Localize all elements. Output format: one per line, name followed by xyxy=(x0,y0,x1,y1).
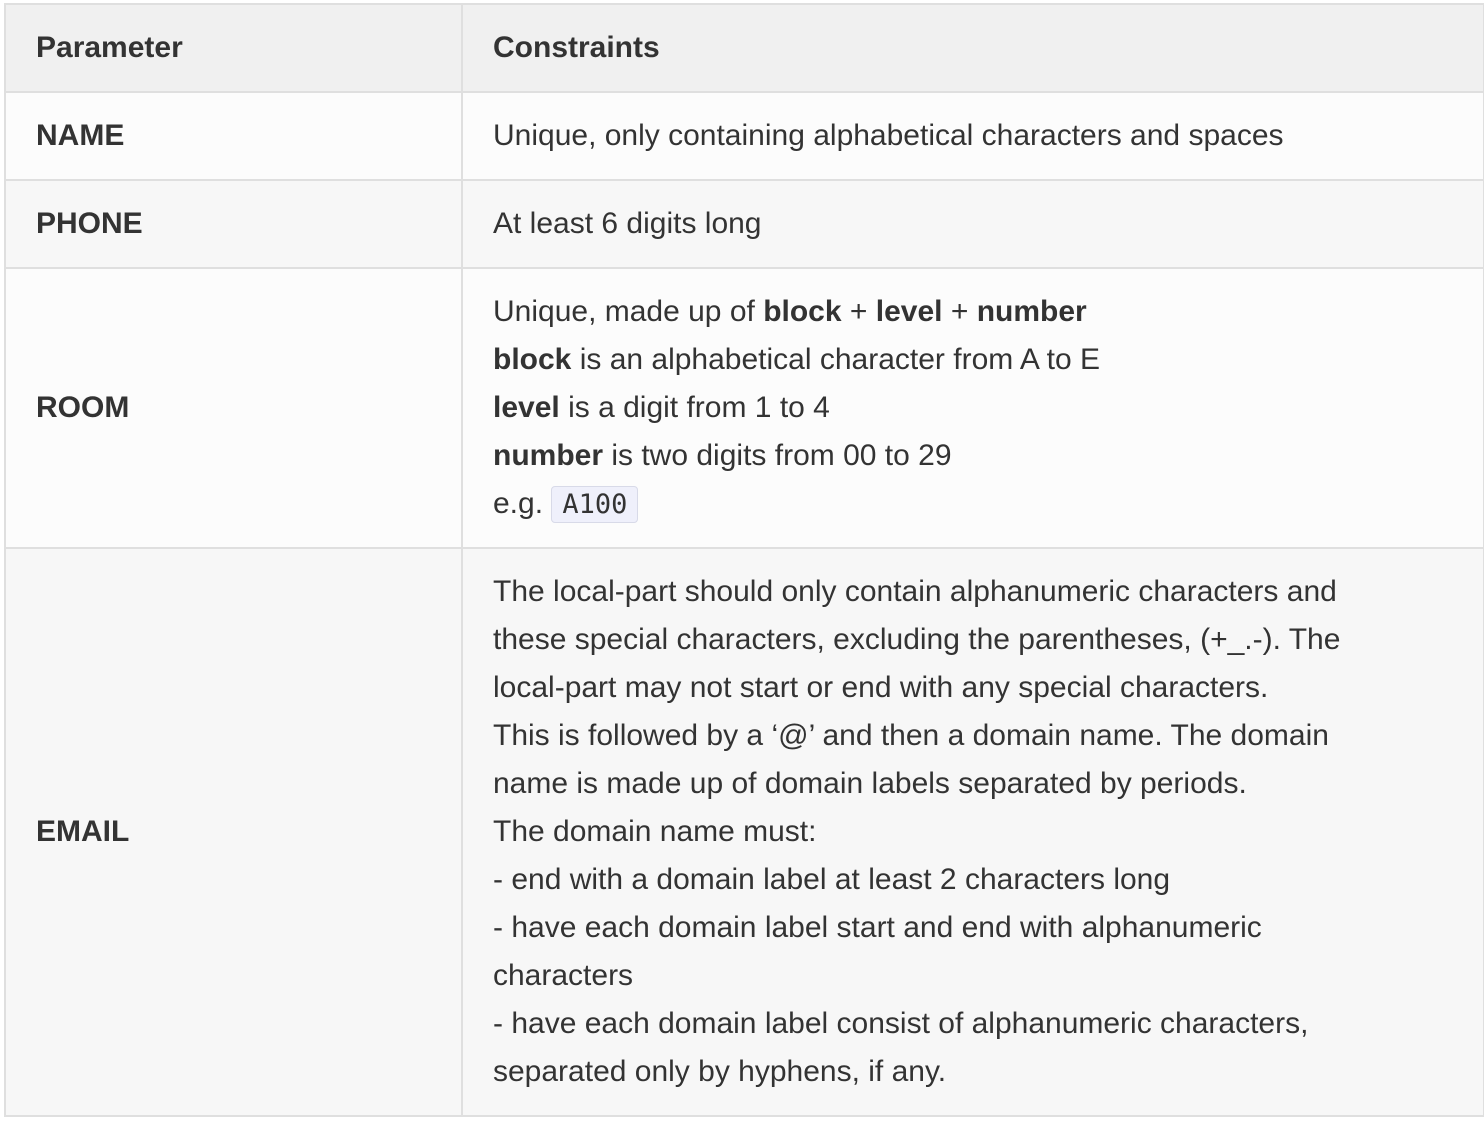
phone-constraint-cell: At least 6 digits long xyxy=(461,179,1484,269)
name-constraint-cell: Unique, only containing alphabetical cha… xyxy=(461,91,1484,181)
email-line: - end with a domain label at least 2 cha… xyxy=(493,863,1171,896)
constraints-table: Parameter Constraints NAME Unique, only … xyxy=(4,3,1484,1117)
room-line-1-prefix: Unique, made up of xyxy=(493,294,764,328)
room-line-3-text: is a digit from 1 to 4 xyxy=(559,390,830,424)
room-line-4-text: is two digits from 00 to 29 xyxy=(603,438,952,472)
email-line: This is followed by a ‘@’ and then a dom… xyxy=(493,719,1329,752)
room-example-line: e.g. A100 xyxy=(493,480,1463,529)
email-line: - have each domain label start and end w… xyxy=(493,911,1262,944)
param-name-cell: NAME xyxy=(4,91,463,181)
keyword-level: level xyxy=(875,294,943,328)
room-line-2: block is an alphabetical character from … xyxy=(493,336,1463,384)
email-line: - have each domain label consist of alph… xyxy=(493,1007,1309,1040)
table-row-room: ROOM Unique, made up of block + level + … xyxy=(4,267,1484,549)
room-line-1: Unique, made up of block + level + numbe… xyxy=(493,288,1463,336)
email-line: separated only by hyphens, if any. xyxy=(493,1055,947,1088)
keyword-number: number xyxy=(493,438,604,472)
keyword-block: block xyxy=(763,294,842,328)
room-line-3: level is a digit from 1 to 4 xyxy=(493,384,1463,432)
table-row-email: EMAIL The local-part should only contain… xyxy=(4,547,1484,1117)
email-line: name is made up of domain labels separat… xyxy=(493,767,1247,800)
param-email-cell: EMAIL xyxy=(4,547,463,1117)
email-line: The domain name must: xyxy=(493,815,817,848)
param-room-cell: ROOM xyxy=(4,267,463,549)
constraints-column-header: Constraints xyxy=(461,3,1484,93)
param-phone-cell: PHONE xyxy=(4,179,463,269)
table-header: Parameter Constraints xyxy=(4,3,1484,93)
plus-sign: + xyxy=(841,294,876,328)
header-row: Parameter Constraints xyxy=(4,3,1484,93)
table-body: NAME Unique, only containing alphabetica… xyxy=(4,91,1484,1117)
parameter-column-header: Parameter xyxy=(4,3,463,93)
table-row-name: NAME Unique, only containing alphabetica… xyxy=(4,91,1484,181)
keyword-block: block xyxy=(493,342,572,376)
room-line-2-text: is an alphabetical character from A to E xyxy=(571,342,1100,376)
email-line: these special characters, excluding the … xyxy=(493,623,1341,656)
room-line-4: number is two digits from 00 to 29 xyxy=(493,432,1463,480)
room-constraint-cell: Unique, made up of block + level + numbe… xyxy=(461,267,1484,549)
keyword-number: number xyxy=(976,294,1087,328)
email-line: local-part may not start or end with any… xyxy=(493,671,1269,704)
example-code: A100 xyxy=(551,485,639,523)
email-constraint-cell: The local-part should only contain alpha… xyxy=(461,547,1484,1117)
email-line: characters xyxy=(493,959,634,992)
plus-sign: + xyxy=(942,294,977,328)
keyword-level: level xyxy=(493,390,560,424)
table-row-phone: PHONE At least 6 digits long xyxy=(4,179,1484,269)
email-line: The local-part should only contain alpha… xyxy=(493,575,1337,608)
example-prefix: e.g. xyxy=(493,486,552,520)
